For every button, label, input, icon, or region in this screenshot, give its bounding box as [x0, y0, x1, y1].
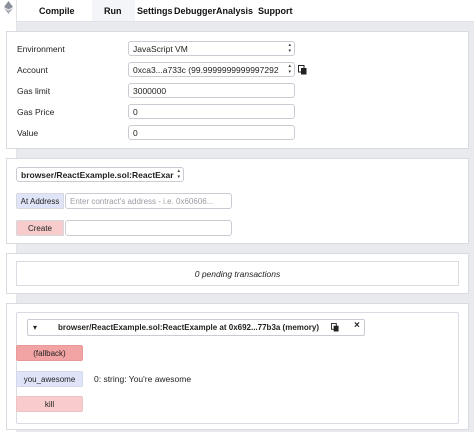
pending-transactions-box: 0 pending transactions	[16, 261, 459, 286]
tab-run[interactable]: Run	[92, 0, 135, 21]
you-awesome-result: 0: string: You're awesome	[94, 374, 192, 384]
environment-select[interactable]: JavaScript VM	[128, 41, 295, 56]
tab-support[interactable]: Support	[258, 0, 308, 21]
create-args-input[interactable]	[65, 220, 232, 236]
tab-compile[interactable]: Compile	[17, 0, 92, 21]
instance-header[interactable]: ▾ browser/ReactExample.sol:ReactExample …	[27, 319, 365, 336]
value-label: Value	[17, 128, 39, 138]
create-button[interactable]: Create	[16, 220, 64, 236]
fallback-button[interactable]: (fallback)	[16, 345, 83, 361]
tab-settings[interactable]: Settings	[135, 0, 174, 21]
environment-label: Environment	[17, 44, 65, 54]
tab-debugger[interactable]: Debugger	[174, 0, 216, 21]
at-address-button[interactable]: At Address	[16, 193, 64, 209]
you-awesome-button[interactable]: you_awesome	[16, 371, 83, 387]
gas-limit-input[interactable]: 3000000	[128, 83, 295, 98]
gas-limit-label: Gas limit	[17, 86, 51, 96]
pending-transactions-text: 0 pending transactions	[194, 268, 281, 279]
account-label: Account	[17, 65, 48, 75]
kill-button[interactable]: kill	[16, 396, 83, 412]
environment-value: JavaScript VM	[133, 43, 188, 54]
gas-price-value: 0	[133, 106, 138, 117]
close-instance-icon[interactable]: ×	[354, 320, 360, 331]
account-select[interactable]: 0xca3...a733c (99.9999999999997292	[128, 62, 295, 77]
remix-logo-icon[interactable]	[3, 1, 14, 15]
gas-limit-value: 3000000	[133, 85, 167, 96]
gas-price-label: Gas Price	[17, 107, 55, 117]
gas-price-input[interactable]: 0	[128, 104, 295, 119]
copy-address-icon[interactable]	[331, 323, 339, 332]
at-address-input[interactable]: Enter contract's address - i.e. 0x60606.…	[65, 193, 232, 209]
tab-bar: Compile Run Settings Debugger Analysis S…	[17, 0, 474, 22]
contract-select-value: browser/ReactExample.sol:ReactExar	[21, 169, 174, 180]
collapse-caret-icon[interactable]: ▾	[33, 323, 53, 332]
copy-icon[interactable]	[298, 65, 307, 75]
instance-title: browser/ReactExample.sol:ReactExample at…	[58, 323, 320, 332]
value-input[interactable]: 0	[128, 125, 295, 140]
deploy-panel: browser/ReactExample.sol:ReactExar At Ad…	[6, 158, 469, 244]
contract-select[interactable]: browser/ReactExample.sol:ReactExar	[16, 167, 184, 182]
account-value: 0xca3...a733c (99.9999999999997292	[133, 64, 279, 75]
pending-panel: 0 pending transactions	[6, 253, 469, 294]
value-value: 0	[133, 127, 138, 138]
tab-analysis[interactable]: Analysis	[216, 0, 258, 21]
instances-panel: ▾ browser/ReactExample.sol:ReactExample …	[6, 303, 469, 430]
instance-container: ▾ browser/ReactExample.sol:ReactExample …	[16, 312, 459, 424]
at-address-placeholder: Enter contract's address - i.e. 0x60606.…	[70, 196, 214, 206]
run-config-panel: Environment JavaScript VM Account 0xca3.…	[6, 31, 469, 149]
